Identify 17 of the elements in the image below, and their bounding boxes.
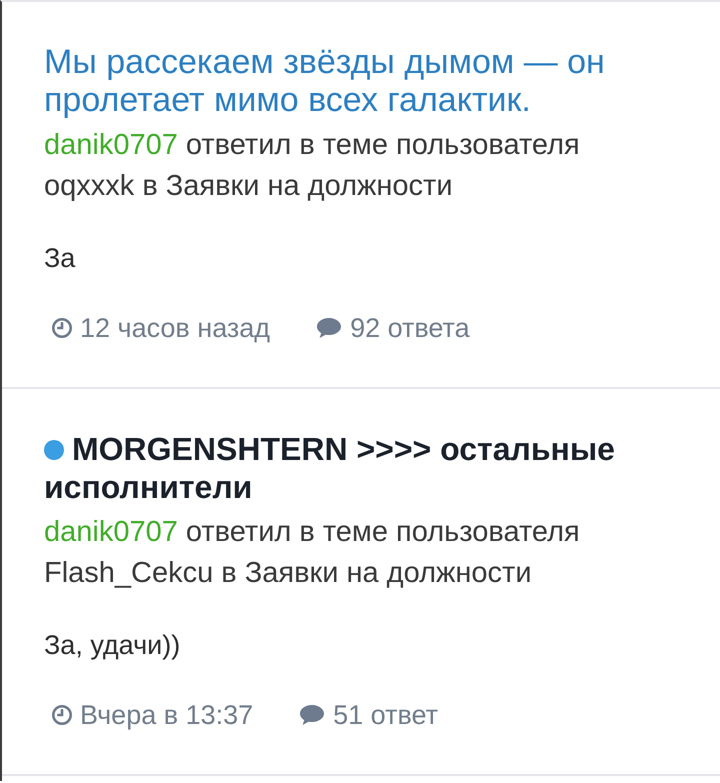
thread-title-link[interactable]: MORGENSHTERN >>>> остальные исполнители	[44, 430, 660, 506]
post-snippet: За	[44, 242, 76, 275]
thread-title-link[interactable]: Мы рассекаем звёзды дымом — он пролетает мимо всех галактик.	[44, 43, 660, 119]
post-time: Вчера в 13:37	[80, 699, 254, 732]
post-snippet: За, удачи))	[44, 629, 182, 662]
speech-bubble-icon	[316, 317, 342, 339]
speech-bubble-icon	[299, 704, 326, 726]
status-dot-icon	[44, 440, 64, 460]
reply-count: 51 ответ	[333, 699, 438, 732]
reply-count: 92 ответа	[350, 312, 470, 345]
clock-icon	[52, 318, 72, 338]
activity-text: danik0707 ответил в теме пользователя oqxxxk в Заявки на должности	[44, 128, 581, 204]
clock-icon	[52, 705, 72, 725]
activity-text: danik0707 ответил в теме пользователя Flash_Cekcu в Заявки на должности	[44, 515, 581, 591]
post-time: 12 часов назад	[80, 312, 270, 345]
username-link[interactable]: danik0707	[44, 516, 178, 548]
username-link[interactable]: danik0707	[44, 129, 178, 161]
